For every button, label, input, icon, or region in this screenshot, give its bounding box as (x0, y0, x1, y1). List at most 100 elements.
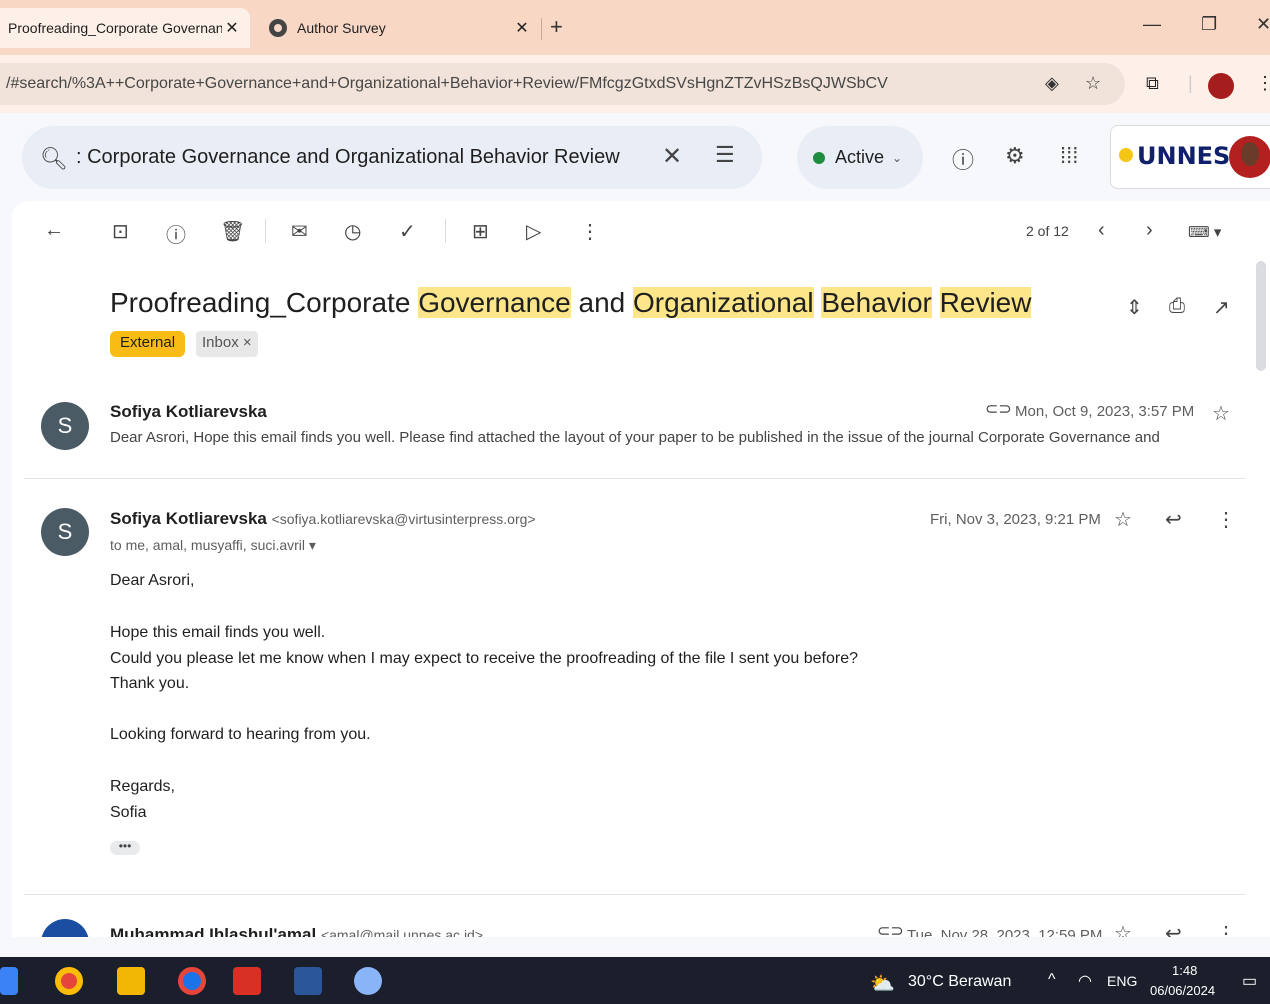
email-subject: Proofreading_Corporate Governance and Or… (110, 287, 1032, 319)
new-tab-button[interactable]: + (550, 14, 563, 40)
reply-icon[interactable]: ↩ (1165, 507, 1182, 532)
search-input[interactable]: : Corporate Governance and Organizationa… (76, 146, 620, 169)
sender-name[interactable]: Sofiya Kotliarevska (110, 402, 267, 422)
language-indicator[interactable]: ENG (1107, 973, 1137, 989)
input-tools-keyboard-icon[interactable]: ⌨ ▾ (1188, 223, 1221, 241)
search-icon[interactable]: 🔍︎ (40, 146, 68, 172)
sender-name[interactable]: Muhammad Ihlashul'amal <amal@mail.unnes.… (110, 925, 483, 937)
tab-separator (541, 18, 542, 40)
older-chevron-icon[interactable]: › (1146, 219, 1153, 242)
avatar[interactable] (41, 919, 89, 937)
scrollbar-thumb[interactable] (1256, 261, 1266, 371)
snooze-clock-icon[interactable]: ◷ (344, 219, 361, 244)
tray-chevron-icon[interactable]: ^ (1048, 971, 1056, 989)
tab-author-survey[interactable]: Author Survey ✕ (255, 8, 540, 48)
message-snippet[interactable]: Dear Asrori, Hope this email finds you w… (110, 429, 1160, 446)
paint-icon[interactable] (354, 967, 382, 995)
apps-grid-icon[interactable]: ⁞⁞⁞ (1060, 143, 1078, 169)
settings-gear-icon[interactable]: ⚙ (1005, 143, 1025, 169)
close-window-icon[interactable]: ✕ (1256, 14, 1270, 35)
eye-slash-icon[interactable]: ◈ (1045, 73, 1059, 94)
star-icon[interactable]: ☆ (1212, 401, 1230, 426)
body-line: Dear Asrori, (110, 572, 195, 589)
help-icon[interactable]: ⓘ (952, 143, 974, 175)
active-status-dot (813, 151, 825, 164)
body-line: Thank you. (110, 675, 190, 692)
extensions-icon[interactable]: ⧉ (1146, 73, 1159, 94)
close-tab-icon[interactable]: ✕ (512, 18, 532, 38)
more-options-icon[interactable]: ⋮ (1216, 507, 1236, 532)
wifi-icon[interactable]: ◠ (1078, 971, 1092, 991)
avatar[interactable]: S (41, 508, 89, 556)
move-to-icon[interactable]: ⊞ (472, 219, 489, 244)
status-selector[interactable]: Active ⌄ (797, 126, 923, 189)
label-inbox[interactable]: Inbox × (196, 331, 258, 357)
minimize-icon[interactable]: — (1143, 14, 1161, 35)
chrome-profile-icon[interactable] (178, 967, 206, 995)
expand-all-icon[interactable]: ⇕ (1126, 295, 1143, 320)
sender-name-text: Muhammad Ihlashul'amal (110, 925, 317, 937)
more-options-icon[interactable]: ⋮ (580, 219, 600, 244)
org-logo-icon (1119, 148, 1133, 162)
pagination-count: 2 of 12 (1026, 223, 1069, 239)
toolbar-separator (445, 219, 446, 243)
subject-highlight: Review (939, 287, 1032, 318)
delete-icon[interactable]: 🗑︎ (220, 219, 245, 244)
more-options-icon[interactable]: ⋮ (1216, 921, 1236, 937)
subject-part: and (570, 287, 634, 318)
file-explorer-icon[interactable] (117, 967, 145, 995)
subject-part (932, 287, 940, 318)
newer-chevron-icon[interactable]: ‹ (1098, 219, 1105, 242)
avatar[interactable]: S (41, 402, 89, 450)
message-date: Mon, Oct 9, 2023, 3:57 PM (1015, 403, 1195, 420)
label-icon[interactable]: ▷ (526, 219, 541, 244)
weather-text[interactable]: 30°C Berawan (908, 973, 1011, 991)
open-new-window-icon[interactable]: ↗ (1213, 295, 1230, 320)
reply-icon[interactable]: ↩ (1165, 921, 1182, 937)
acrobat-icon[interactable] (233, 967, 261, 995)
label-external[interactable]: External (110, 331, 186, 357)
recipients[interactable]: to me, amal, musyaffi, suci.avril ▾ (110, 537, 316, 554)
browser-profile-avatar[interactable] (1208, 73, 1234, 99)
gmail-header: 🔍︎ : Corporate Governance and Organizati… (0, 113, 1270, 201)
file-icon[interactable] (0, 967, 18, 995)
star-icon[interactable]: ☆ (1114, 921, 1132, 937)
show-trimmed-content-button[interactable]: ••• (110, 840, 140, 855)
tab-proofreading[interactable]: Proofreading_Corporate Governance ✕ (0, 8, 250, 48)
omnibox[interactable]: /#search/%3A++Corporate+Governance+and+O… (0, 63, 1125, 105)
close-tab-icon[interactable]: ✕ (222, 18, 242, 38)
report-spam-icon[interactable]: ⓘ (166, 219, 186, 248)
star-icon[interactable]: ☆ (1114, 507, 1132, 532)
word-icon[interactable] (294, 967, 322, 995)
account-avatar[interactable] (1229, 136, 1270, 178)
clear-search-icon[interactable]: ✕ (662, 142, 682, 171)
address-bar-row: /#search/%3A++Corporate+Governance+and+O… (0, 55, 1270, 113)
clock-time[interactable]: 1:48 (1172, 963, 1197, 978)
chevron-down-icon: ⌄ (892, 150, 903, 165)
sender-name-text: Sofiya Kotliarevska (110, 509, 267, 528)
bookmark-star-icon[interactable]: ☆ (1085, 73, 1101, 94)
back-arrow-icon[interactable]: ← (44, 219, 64, 242)
chrome-icon[interactable] (55, 967, 83, 995)
add-task-icon[interactable]: ✓ (399, 219, 416, 244)
clock-date[interactable]: 06/06/2024 (1150, 983, 1215, 998)
globe-icon (269, 19, 287, 37)
notifications-icon[interactable]: ▭ (1242, 971, 1257, 991)
subject-highlight: Organizational (633, 287, 814, 318)
print-icon[interactable]: ⎙ (1169, 295, 1185, 318)
body-line: Looking forward to hearing from you. (110, 726, 371, 743)
sender-name[interactable]: Sofiya Kotliarevska <sofiya.kotliarevska… (110, 509, 536, 529)
restore-icon[interactable]: ❐ (1201, 14, 1217, 35)
search-bar[interactable]: 🔍︎ : Corporate Governance and Organizati… (22, 126, 762, 189)
mark-unread-icon[interactable]: ✉ (291, 219, 308, 244)
attachment-icon: ⊂⊃ (985, 401, 1012, 418)
account-switcher[interactable]: UNNES (1110, 125, 1270, 189)
url-text[interactable]: /#search/%3A++Corporate+Governance+and+O… (6, 75, 888, 93)
archive-icon[interactable]: ⊡ (112, 219, 129, 244)
tab-title: Proofreading_Corporate Governance (8, 20, 222, 36)
search-options-icon[interactable]: ☰ (715, 142, 735, 168)
browser-tab-bar: Proofreading_Corporate Governance ✕ Auth… (0, 0, 1270, 55)
message-date: Tue, Nov 28, 2023, 12:59 PM (907, 927, 1103, 937)
browser-menu-icon[interactable]: ⋮ (1256, 73, 1270, 94)
tab-title: Author Survey (297, 20, 386, 36)
